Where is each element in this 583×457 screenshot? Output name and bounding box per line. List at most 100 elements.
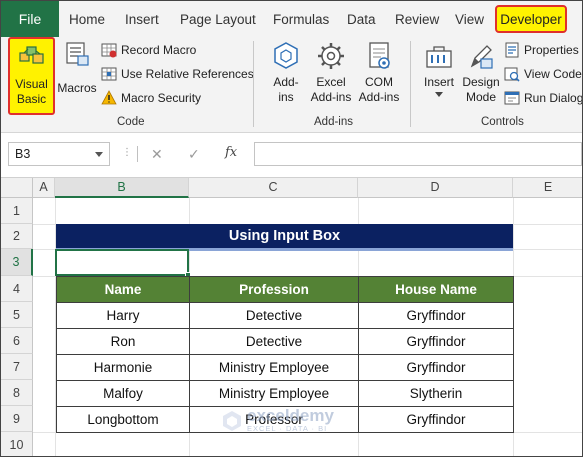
row-header-5[interactable]: 5 — [1, 302, 33, 328]
excel-add-ins-button[interactable]: Excel Add-ins — [308, 41, 354, 105]
cell-name[interactable]: Harry — [56, 302, 190, 329]
exceldemy-watermark: exceldemy EXCEL · DATA · BI — [221, 406, 334, 433]
row-header-1[interactable]: 1 — [1, 198, 33, 224]
table-header-row: Name Profession House Name — [56, 276, 514, 303]
insert-control-button[interactable]: Insert — [419, 41, 459, 97]
enter-icon[interactable]: ✓ — [188, 146, 200, 163]
cell-house-name[interactable]: Gryffindor — [358, 354, 514, 381]
add-ins-button[interactable]: Add- ins — [268, 41, 304, 105]
row-header-6[interactable]: 6 — [1, 328, 33, 354]
cell-name[interactable]: Ron — [56, 328, 190, 355]
macros-label: Macros — [57, 81, 97, 95]
row-header-2[interactable]: 2 — [1, 224, 33, 249]
name-box[interactable]: B3 — [8, 142, 110, 166]
table-title: Using Input Box — [56, 224, 513, 248]
developer-ribbon: Visual Basic Macros Record Macro Use Rel… — [1, 37, 583, 133]
tab-developer[interactable]: Developer — [495, 5, 567, 33]
cell-profession[interactable]: Detective — [189, 302, 359, 329]
excel-add-ins-label-1: Excel — [316, 75, 346, 89]
tab-view[interactable]: View — [455, 1, 484, 37]
record-macro-button[interactable]: Record Macro — [101, 40, 196, 60]
macro-security-button[interactable]: Macro Security — [101, 88, 201, 108]
table-row: Ron Detective Gryffindor — [56, 328, 514, 355]
row-header-10[interactable]: 10 — [1, 432, 33, 456]
add-ins-label-2: ins — [278, 90, 294, 104]
column-header-e[interactable]: E — [513, 178, 582, 198]
run-dialog-button[interactable]: Run Dialog — [504, 88, 583, 108]
use-relative-references-button[interactable]: Use Relative References — [101, 64, 254, 84]
formula-bar: B3 ⋮ ✕ ✓ fx — [1, 134, 582, 178]
cell-name[interactable]: Longbottom — [56, 406, 190, 433]
active-cell-b3[interactable] — [55, 249, 189, 276]
chevron-down-icon[interactable] — [95, 152, 103, 157]
ribbon-separator — [253, 41, 254, 127]
view-code-icon — [504, 67, 520, 82]
view-code-button[interactable]: View Code — [504, 64, 582, 84]
tab-insert[interactable]: Insert — [125, 1, 159, 37]
tab-formulas[interactable]: Formulas — [273, 1, 329, 37]
select-all-corner[interactable] — [1, 178, 33, 198]
formula-bar-grip-icon: ⋮ — [122, 147, 132, 158]
record-macro-icon — [101, 43, 117, 58]
visual-basic-button[interactable]: Visual Basic — [8, 37, 55, 115]
cell-house-name[interactable]: Gryffindor — [358, 328, 514, 355]
insert-control-label: Insert — [423, 75, 454, 89]
watermark-tagline: EXCEL · DATA · BI — [247, 424, 328, 433]
cell-profession[interactable]: Ministry Employee — [189, 354, 359, 381]
record-macro-label: Record Macro — [121, 43, 197, 57]
cancel-icon[interactable]: ✕ — [151, 146, 163, 163]
header-cell-house-name[interactable]: House Name — [358, 276, 514, 303]
view-code-label: View Code — [524, 67, 582, 81]
name-box-value: B3 — [15, 147, 31, 161]
watermark-name: exceldemy — [247, 406, 334, 425]
cell-profession[interactable]: Detective — [189, 328, 359, 355]
controls-group-label: Controls — [481, 116, 524, 128]
row-header-4[interactable]: 4 — [1, 276, 33, 302]
relative-references-icon — [101, 67, 117, 81]
add-ins-group-label: Add-ins — [314, 116, 353, 128]
row-header-9[interactable]: 9 — [1, 406, 33, 432]
cell-house-name[interactable]: Gryffindor — [358, 406, 514, 433]
insert-function-icon[interactable]: fx — [225, 145, 237, 160]
row-header-7[interactable]: 7 — [1, 354, 33, 380]
formula-bar-separator — [137, 146, 138, 162]
ribbon-tab-bar: File Home Insert Page Layout Formulas Da… — [1, 1, 582, 37]
run-dialog-label: Run Dialog — [524, 91, 583, 105]
column-header-a[interactable]: A — [33, 178, 55, 198]
excel-window: File Home Insert Page Layout Formulas Da… — [0, 0, 583, 457]
column-header-c[interactable]: C — [189, 178, 358, 198]
cell-name[interactable]: Malfoy — [56, 380, 190, 407]
com-add-ins-label-1: COM — [365, 75, 393, 89]
header-cell-name[interactable]: Name — [56, 276, 190, 303]
table-row: Malfoy Ministry Employee Slytherin — [56, 380, 514, 407]
tab-review[interactable]: Review — [395, 1, 439, 37]
chevron-down-icon — [435, 92, 443, 97]
tab-data[interactable]: Data — [347, 1, 376, 37]
cell-profession[interactable]: Ministry Employee — [189, 380, 359, 407]
tab-page-layout[interactable]: Page Layout — [180, 1, 256, 37]
row-header-8[interactable]: 8 — [1, 380, 33, 406]
cell-name[interactable]: Harmonie — [56, 354, 190, 381]
column-header-b[interactable]: B — [55, 178, 189, 198]
tab-home[interactable]: Home — [69, 1, 105, 37]
column-header-d[interactable]: D — [358, 178, 513, 198]
design-mode-label-2: Mode — [465, 90, 497, 104]
com-add-ins-label-2: Add-ins — [358, 90, 400, 104]
gear-icon — [318, 43, 344, 69]
macros-icon — [66, 42, 89, 66]
tab-file[interactable]: File — [1, 1, 59, 37]
cell-house-name[interactable]: Gryffindor — [358, 302, 514, 329]
design-mode-button[interactable]: Design Mode — [460, 41, 502, 105]
design-mode-label-1: Design — [462, 75, 500, 89]
worksheet-grid[interactable]: A B C D E 1 2 3 4 5 6 7 8 9 10 Using Inp… — [1, 178, 582, 456]
header-cell-profession[interactable]: Profession — [189, 276, 359, 303]
design-mode-icon — [470, 45, 493, 69]
row-header-3[interactable]: 3 — [1, 249, 33, 276]
table-row: Harmonie Ministry Employee Gryffindor — [56, 354, 514, 381]
add-ins-label-1: Add- — [273, 75, 299, 89]
macros-button[interactable]: Macros — [57, 41, 97, 96]
com-add-ins-button[interactable]: COM Add-ins — [356, 41, 402, 105]
formula-input[interactable] — [254, 142, 582, 166]
cell-house-name[interactable]: Slytherin — [358, 380, 514, 407]
properties-button[interactable]: Properties — [504, 40, 579, 60]
